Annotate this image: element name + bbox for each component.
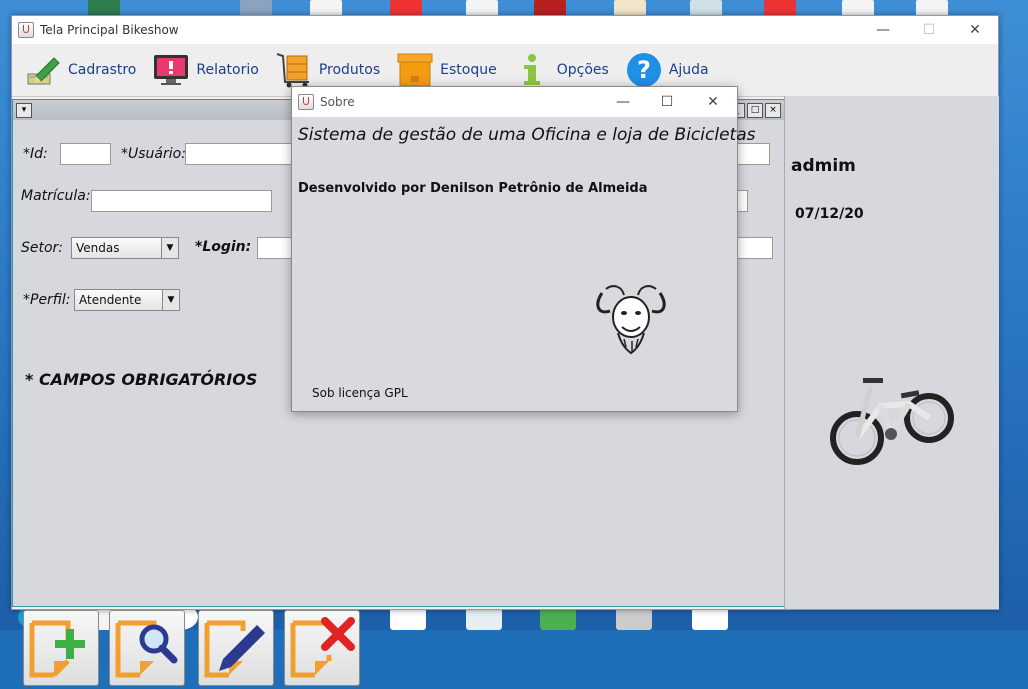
info-icon bbox=[523, 54, 540, 85]
developer-credit: Desenvolvido por Denilson Petrônio de Al… bbox=[298, 181, 648, 196]
add-document-icon bbox=[29, 620, 85, 678]
menu-label: Produtos bbox=[318, 62, 381, 78]
search-document-icon bbox=[115, 620, 178, 678]
svg-text:?: ? bbox=[637, 56, 651, 84]
login-label: *Login: bbox=[195, 239, 252, 255]
dialog-title-bar[interactable]: Sobre — ☐ ✕ bbox=[292, 87, 737, 117]
edit-button[interactable] bbox=[198, 610, 274, 686]
java-icon bbox=[18, 22, 34, 38]
bicycle-image bbox=[830, 378, 954, 465]
about-heading: Sistema de gestão de uma Oficina e loja … bbox=[298, 125, 756, 145]
edit-document-icon bbox=[204, 620, 265, 678]
menu-ajuda[interactable]: ? Ajuda bbox=[625, 52, 709, 88]
delete-document-icon bbox=[290, 617, 355, 678]
menu-relatorio[interactable]: Relatorio bbox=[152, 52, 259, 88]
pencil-edit-icon bbox=[27, 57, 60, 85]
menu-label: Ajuda bbox=[668, 62, 709, 78]
menu-label: Relatorio bbox=[196, 62, 259, 78]
add-button[interactable] bbox=[23, 610, 99, 686]
menu-label: Opções bbox=[556, 62, 609, 78]
side-panel: admim 07/12/20 bbox=[784, 96, 999, 609]
matricula-field[interactable] bbox=[91, 190, 272, 212]
usuario-field-end[interactable] bbox=[735, 143, 770, 165]
current-date-label: 07/12/20 bbox=[795, 206, 864, 222]
chevron-down-icon: ▼ bbox=[161, 238, 178, 258]
close-button[interactable]: ✕ bbox=[952, 16, 998, 44]
main-title-bar[interactable]: Tela Principal Bikeshow — ☐ ✕ bbox=[12, 16, 998, 44]
id-label: *Id: bbox=[23, 146, 48, 162]
java-icon bbox=[298, 94, 314, 110]
minimize-button[interactable]: — bbox=[860, 16, 906, 44]
menu-label: Estoque bbox=[440, 62, 497, 78]
menu-opcoes[interactable]: Opções bbox=[513, 52, 609, 88]
menu-label: Cadrastro bbox=[68, 62, 137, 78]
window-title: Tela Principal Bikeshow bbox=[40, 23, 179, 37]
setor-select-value: Vendas bbox=[76, 241, 120, 255]
dialog-maximize-button[interactable]: ☐ bbox=[644, 87, 690, 117]
license-text: Sob licença GPL bbox=[312, 386, 408, 400]
dialog-title: Sobre bbox=[320, 95, 355, 109]
menu-produtos[interactable]: Produtos bbox=[275, 52, 380, 88]
id-field[interactable] bbox=[60, 143, 111, 165]
setor-select[interactable]: Vendas ▼ bbox=[71, 237, 179, 259]
frame-maximize-button[interactable]: □ bbox=[747, 103, 763, 118]
senha-field-end[interactable] bbox=[735, 237, 773, 259]
logged-user-label: admim bbox=[791, 156, 856, 176]
frame-menu-button[interactable]: ▾ bbox=[16, 103, 32, 118]
monitor-alert-icon bbox=[154, 55, 189, 85]
about-dialog: Sobre — ☐ ✕ Sistema de gestão de uma Ofi… bbox=[291, 86, 755, 412]
perfil-select[interactable]: Atendente ▼ bbox=[74, 289, 180, 311]
menu-estoque[interactable]: Estoque bbox=[396, 52, 497, 88]
help-icon: ? bbox=[626, 53, 661, 87]
chevron-down-icon: ▼ bbox=[162, 290, 179, 310]
gnu-logo bbox=[596, 285, 666, 355]
setor-label: Setor: bbox=[21, 240, 64, 256]
delete-button[interactable] bbox=[284, 610, 360, 686]
usuario-field[interactable] bbox=[185, 143, 297, 165]
dialog-close-button[interactable]: ✕ bbox=[690, 87, 736, 117]
search-button[interactable] bbox=[109, 610, 185, 686]
required-fields-note: * CAMPOS OBRIGATÓRIOS bbox=[25, 370, 258, 389]
matricula-label: Matrícula: bbox=[21, 188, 91, 204]
box-icon bbox=[397, 53, 433, 87]
perfil-select-value: Atendente bbox=[79, 293, 142, 307]
perfil-label: *Perfil: bbox=[23, 292, 71, 308]
frame-close-button[interactable]: × bbox=[765, 103, 781, 118]
usuario-label: *Usuário: bbox=[121, 146, 186, 162]
maximize-button[interactable]: ☐ bbox=[906, 16, 952, 44]
menu-cadastro[interactable]: Cadrastro bbox=[24, 52, 136, 88]
dialog-minimize-button[interactable]: — bbox=[600, 87, 646, 117]
cart-icon bbox=[276, 53, 309, 88]
